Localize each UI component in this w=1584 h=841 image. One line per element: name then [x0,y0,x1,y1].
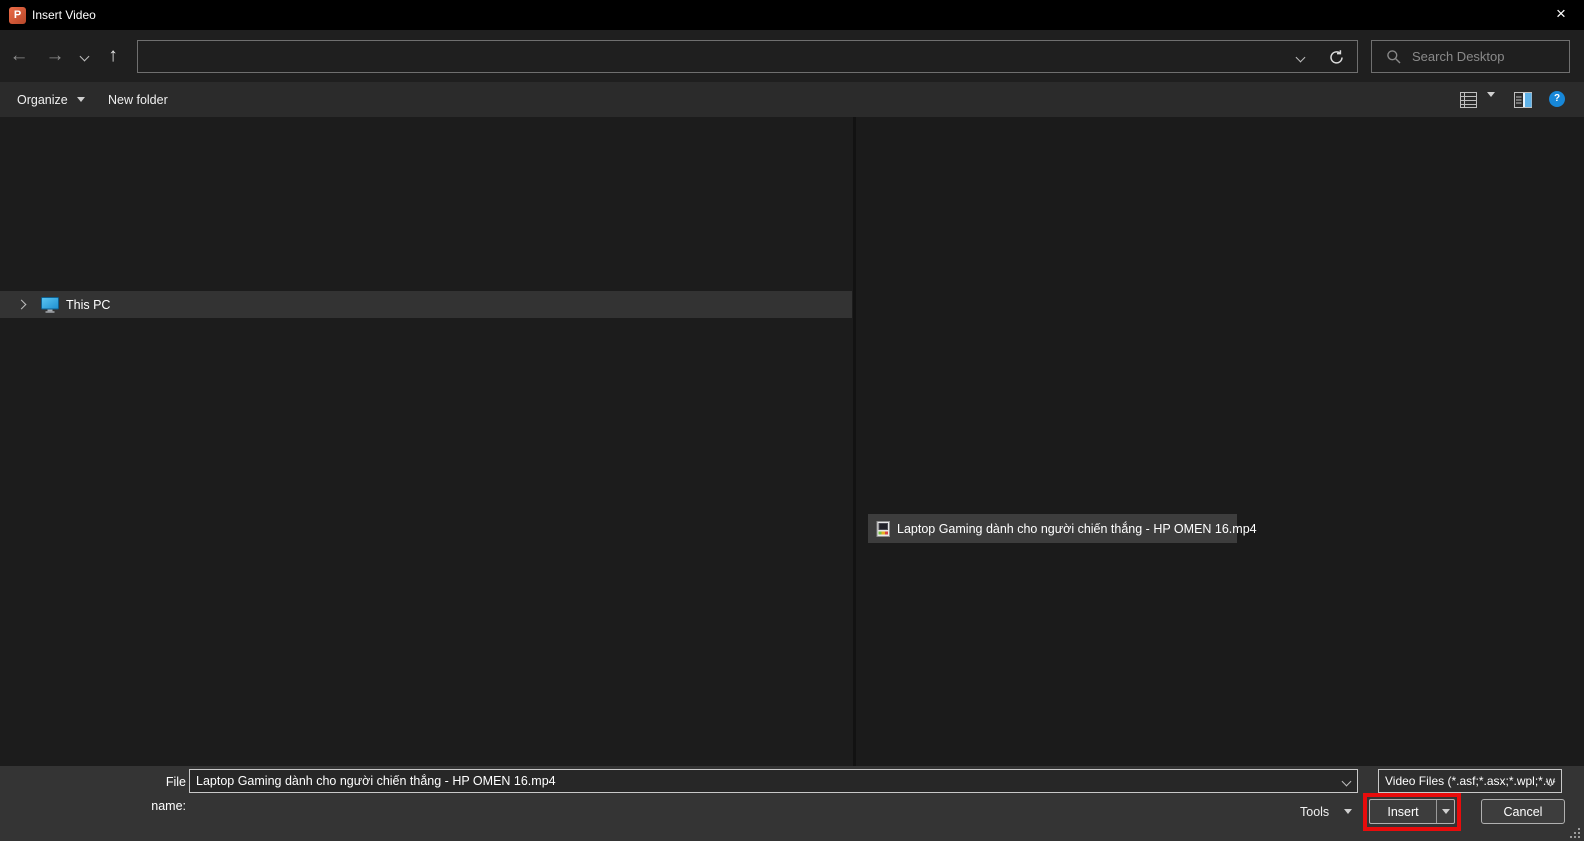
window-title: Insert Video [32,8,96,22]
forward-icon[interactable]: → [42,30,68,82]
organize-button[interactable]: Organize [17,82,85,117]
file-type-value: Video Files (*.asf;*.asx;*.wpl;*.w [1385,774,1555,788]
dialog-footer: File name: Video Files (*.asf;*.asx;*.wp… [0,766,1584,841]
selected-file-item[interactable]: Laptop Gaming dành cho người chiến thắng… [868,514,1257,543]
search-box[interactable] [1371,40,1570,73]
details-view-icon[interactable] [1460,92,1477,108]
title-bar: P Insert Video × [0,0,1584,30]
back-icon[interactable]: ← [6,30,32,82]
address-bar[interactable] [137,40,1358,73]
file-name-dropdown-chevron-icon[interactable] [1341,776,1352,787]
tools-button[interactable]: Tools [1300,799,1353,824]
close-icon[interactable]: × [1538,0,1584,30]
views-dropdown-icon[interactable] [1487,92,1495,115]
file-name-label: File name: [151,775,186,813]
help-icon[interactable]: ? [1549,91,1565,107]
command-toolbar: Organize New folder ? [0,82,1584,117]
up-icon[interactable]: ↑ [100,30,126,82]
navigation-pane: This PC [0,117,853,766]
tools-label: Tools [1300,804,1330,819]
video-file-icon [876,520,890,537]
navigation-bar: ← → ↑ [0,30,1584,82]
file-type-select[interactable]: Video Files (*.asf;*.asx;*.wpl;*.w [1378,769,1562,793]
powerpoint-icon: P [9,7,26,24]
organize-label: Organize [17,92,68,107]
selected-file-name: Laptop Gaming dành cho người chiến thắng… [897,521,1257,536]
new-folder-button[interactable]: New folder [108,82,168,117]
address-input[interactable] [142,43,1272,70]
file-list-pane: Laptop Gaming dành cho người chiến thắng… [856,117,1584,766]
expand-chevron-icon[interactable] [16,299,27,310]
refresh-icon[interactable] [1328,49,1345,66]
annotation-highlight-box [1363,793,1461,831]
tree-item-label: This PC [66,297,111,312]
insert-video-dialog: P Insert Video × ← → ↑ Organize [0,0,1584,841]
cancel-button[interactable]: Cancel [1481,799,1565,824]
organize-dropdown-icon [76,97,85,102]
tree-item-this-pc[interactable]: This PC [0,291,852,318]
recent-locations-chevron-icon[interactable] [79,51,90,62]
cancel-label: Cancel [1503,804,1543,819]
new-folder-label: New folder [108,92,168,107]
file-name-input[interactable] [190,770,1330,792]
search-input[interactable] [1412,43,1562,70]
resize-grip-icon[interactable] [1570,828,1580,838]
address-dropdown-chevron-icon[interactable] [1295,52,1306,63]
preview-pane-icon[interactable] [1514,92,1532,108]
tools-dropdown-icon [1344,809,1353,814]
this-pc-icon [41,296,59,313]
search-icon [1387,50,1401,64]
file-name-combo[interactable] [189,769,1358,793]
